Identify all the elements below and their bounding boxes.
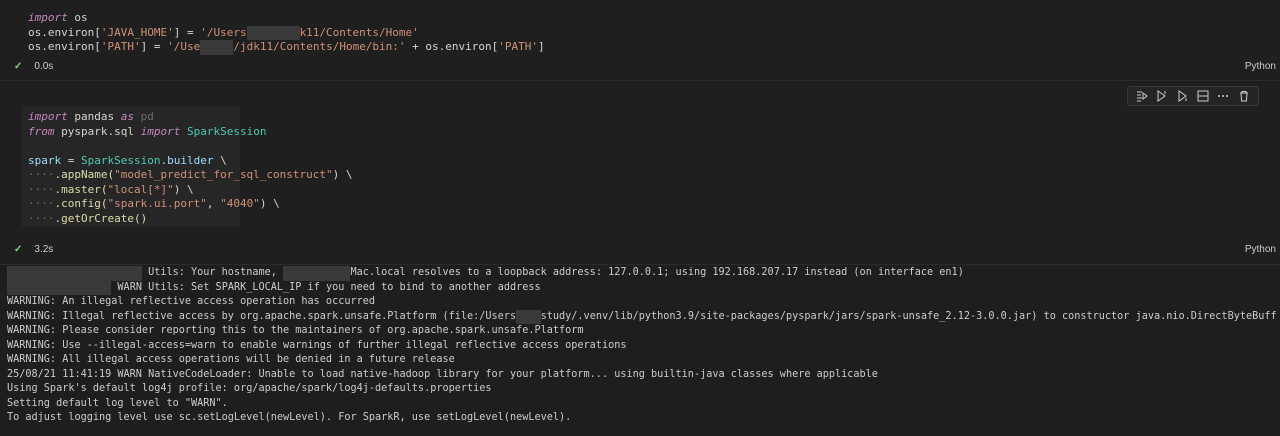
code-text: pandas [67, 110, 121, 123]
string-literal: "local[*]" [107, 182, 174, 196]
method-call: .getOrCreate() [54, 211, 148, 225]
more-icon[interactable] [1214, 88, 1232, 104]
output-line: Setting default log level to "WARN". [7, 397, 228, 409]
execute-above-icon[interactable] [1153, 88, 1171, 104]
code-text: ) \ [173, 182, 194, 196]
redacted-mask: 25/08/21 11:41:18 WARN [7, 266, 142, 281]
indent-guide: ···· [28, 168, 55, 181]
code-text: pyspark.sql [54, 124, 141, 138]
output-line: WARNING: Illegal reflective access by or… [7, 310, 517, 322]
string-literal: "model_predict_for_sql_construct" [114, 168, 333, 181]
code-text: \ [213, 153, 227, 167]
cell-1-language-label[interactable]: Python [1245, 61, 1276, 72]
string-literal: 'JAVA_HOME' [100, 25, 174, 39]
success-check-icon: ✓ [14, 61, 23, 72]
keyword: import [140, 124, 181, 138]
redacted-mask: xxxxxxxx [246, 25, 300, 40]
success-check-icon: ✓ [14, 244, 23, 255]
string-literal: '/Users [200, 25, 247, 39]
method-call: .appName( [54, 168, 115, 181]
method-call: .master( [54, 182, 108, 196]
string-literal: "4040" [220, 197, 260, 210]
delete-icon[interactable] [1235, 88, 1253, 104]
indent-guide: ···· [28, 211, 55, 225]
execution-time: 0.0s [34, 61, 54, 72]
output-text[interactable]: 25/08/21 11:41:18 WARN Utils: Your hostn… [7, 266, 1277, 426]
code-text: pd [133, 110, 154, 123]
string-literal: k11/Contents/Home' [299, 25, 419, 39]
code-text: os.environ[ [28, 40, 101, 53]
code-text: , [206, 197, 221, 210]
string-literal: 'PATH' [100, 40, 141, 53]
code-text: os [67, 11, 88, 24]
cell-2-code[interactable]: import pandas as pd from pyspark.sql imp… [28, 110, 353, 226]
indent-guide: ···· [28, 197, 55, 210]
keyword: from [28, 124, 55, 138]
keyword: import [28, 11, 68, 24]
class-name: SparkSession [81, 153, 161, 167]
output-line: Utils: Your hostname, [148, 267, 284, 278]
cell-divider [0, 80, 1280, 81]
attribute: .builder [160, 153, 214, 167]
split-cell-icon[interactable] [1194, 88, 1212, 104]
code-text: ] [538, 40, 545, 53]
string-literal: /jdk11/Contents/Home/bin:' [233, 40, 406, 53]
keyword: import [28, 110, 68, 123]
execute-below-icon[interactable] [1174, 88, 1192, 104]
output-line: WARNING: All illegal access operations w… [7, 354, 455, 365]
output-line: WARN Utils: Set SPARK_LOCAL_IP if you ne… [117, 281, 541, 293]
code-text: = [61, 153, 81, 167]
cell-toolbar [1127, 86, 1259, 106]
redacted-mask: xxxxx [200, 40, 234, 55]
string-literal: 'PATH' [498, 40, 539, 53]
redacted-mask: xxxxxxxxxxx [283, 266, 351, 281]
output-line: Using Spark's default log4j profile: org… [7, 383, 492, 394]
code-text: ) \ [332, 168, 353, 181]
redacted-mask: xxxx [516, 309, 541, 324]
variable: spark [28, 153, 62, 167]
redacted-mask: 25/08/21 11:41:18 [7, 280, 112, 295]
cell-output[interactable]: 25/08/21 11:41:18 WARN Utils: Your hostn… [0, 264, 1280, 435]
class-name: SparkSession [180, 124, 267, 138]
keyword: as [120, 110, 134, 123]
output-line: Mac.local resolves to a loopback address… [350, 267, 964, 278]
cell-1-status: ✓ 0.0s [14, 61, 53, 72]
indent-guide: ···· [28, 182, 55, 196]
output-line: WARNING: Please consider reporting this … [7, 325, 584, 336]
code-text: + os.environ[ [405, 40, 499, 53]
cell-1-code[interactable]: import os os.environ['JAVA_HOME'] = '/Us… [28, 11, 545, 55]
cell-2-language-label[interactable]: Python [1245, 244, 1276, 255]
code-text: os.environ[ [28, 25, 101, 39]
cell-2-status: ✓ 3.2s [14, 244, 53, 255]
output-line: To adjust logging level use sc.setLogLev… [7, 412, 572, 423]
code-text: ) \ [259, 197, 280, 210]
method-call: .config( [54, 197, 108, 210]
output-line: WARNING: Use --illegal-access=warn to en… [7, 339, 627, 351]
code-cell-1[interactable]: import os os.environ['JAVA_HOME'] = '/Us… [0, 0, 1280, 78]
code-text: ] = [140, 40, 168, 53]
code-text: ] = [173, 25, 201, 39]
execution-time: 3.2s [34, 244, 54, 255]
output-line: study/.venv/lib/python3.9/site-packages/… [540, 310, 1277, 322]
string-literal: '/Use [167, 40, 201, 53]
string-literal: "spark.ui.port" [107, 197, 207, 210]
run-by-line-icon[interactable] [1133, 88, 1151, 104]
output-line: 25/08/21 11:41:19 WARN NativeCodeLoader:… [7, 368, 878, 380]
output-line: WARNING: An illegal reflective access op… [7, 296, 376, 307]
